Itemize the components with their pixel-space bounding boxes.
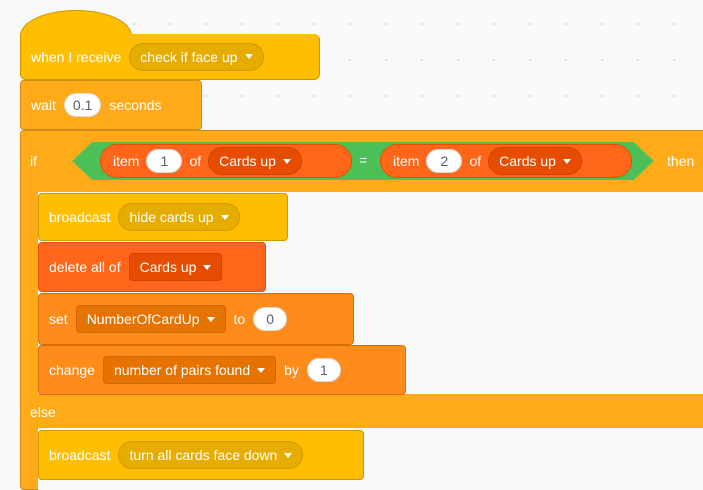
of-label: of bbox=[189, 153, 202, 169]
change-variable-block[interactable]: change number of pairs found by 1 bbox=[38, 345, 406, 395]
change-label: change bbox=[49, 362, 95, 378]
then-label: then bbox=[667, 153, 695, 169]
message-dropdown-value: check if face up bbox=[140, 48, 238, 65]
set-variable-block[interactable]: set NumberOfCardUp to 0 bbox=[38, 293, 354, 345]
wait-seconds-input[interactable]: 0.1 bbox=[63, 93, 102, 117]
broadcast-message-dropdown[interactable]: turn all cards face down bbox=[118, 441, 304, 469]
when-i-receive-block[interactable]: when I receive check if face up bbox=[20, 34, 320, 80]
delete-all-of-list-block[interactable]: delete all of Cards up bbox=[38, 242, 266, 292]
variable-dropdown-value: NumberOfCardUp bbox=[86, 311, 200, 327]
set-label: set bbox=[49, 311, 68, 327]
dropdown-caret-icon bbox=[282, 158, 291, 164]
item-label: item bbox=[393, 153, 420, 169]
variable-dropdown-value: number of pairs found bbox=[113, 362, 251, 378]
to-label: to bbox=[233, 311, 246, 327]
of-label: of bbox=[469, 153, 482, 169]
item-of-list-reporter-right[interactable]: item 2 of Cards up bbox=[380, 144, 632, 178]
variable-dropdown[interactable]: number of pairs found bbox=[102, 356, 277, 384]
dropdown-caret-icon bbox=[284, 452, 293, 458]
else-label: else bbox=[30, 404, 56, 420]
change-value-input[interactable]: 1 bbox=[306, 358, 341, 382]
list-dropdown[interactable]: Cards up bbox=[488, 147, 582, 175]
broadcast-message-dropdown[interactable]: hide cards up bbox=[118, 203, 240, 231]
list-dropdown[interactable]: Cards up bbox=[128, 253, 223, 281]
code-workspace[interactable]: when I receive check if face up wait 0.1… bbox=[0, 0, 703, 490]
dropdown-caret-icon bbox=[220, 214, 229, 220]
broadcast-block[interactable]: broadcast hide cards up bbox=[38, 193, 288, 241]
broadcast-label: broadcast bbox=[49, 447, 111, 463]
item-index-input[interactable]: 1 bbox=[146, 149, 183, 173]
if-label: if bbox=[30, 153, 37, 169]
broadcast-message-value: turn all cards face down bbox=[129, 447, 278, 463]
when-i-receive-label: when I receive bbox=[31, 48, 122, 65]
dropdown-caret-icon bbox=[244, 54, 253, 59]
seconds-label: seconds bbox=[109, 97, 162, 113]
item-of-list-reporter-left[interactable]: item 1 of Cards up bbox=[100, 144, 352, 178]
variable-dropdown[interactable]: NumberOfCardUp bbox=[75, 305, 226, 333]
list-dropdown-value: Cards up bbox=[139, 259, 197, 275]
dropdown-caret-icon bbox=[562, 158, 571, 164]
set-value-input[interactable]: 0 bbox=[253, 307, 288, 331]
by-label: by bbox=[284, 362, 299, 378]
delete-all-of-label: delete all of bbox=[49, 259, 121, 275]
broadcast-message-value: hide cards up bbox=[129, 209, 214, 225]
dropdown-caret-icon bbox=[203, 264, 212, 270]
item-index-input[interactable]: 2 bbox=[426, 149, 463, 173]
list-dropdown-value: Cards up bbox=[499, 153, 556, 169]
equals-sign: = bbox=[359, 152, 368, 168]
dropdown-caret-icon bbox=[257, 367, 266, 373]
dropdown-caret-icon bbox=[206, 316, 215, 322]
broadcast-label: broadcast bbox=[49, 209, 111, 225]
broadcast-block[interactable]: broadcast turn all cards face down bbox=[38, 430, 364, 480]
message-dropdown[interactable]: check if face up bbox=[129, 42, 264, 71]
item-label: item bbox=[113, 153, 140, 169]
wait-block[interactable]: wait 0.1 seconds bbox=[20, 80, 202, 130]
list-dropdown-value: Cards up bbox=[219, 153, 276, 169]
list-dropdown[interactable]: Cards up bbox=[208, 147, 302, 175]
wait-label: wait bbox=[31, 97, 56, 113]
